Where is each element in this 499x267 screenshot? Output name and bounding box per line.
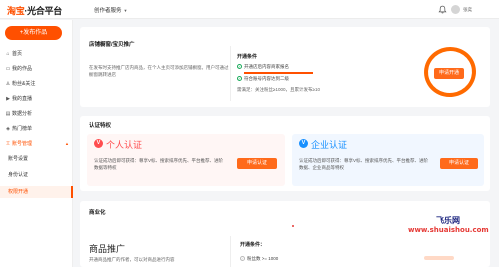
- bell-icon[interactable]: [438, 5, 447, 14]
- personal-cert-title: 个人认证: [106, 140, 143, 150]
- marker-dot: [292, 225, 294, 227]
- data-icon: ▤: [5, 111, 11, 117]
- works-icon: ▭: [5, 66, 11, 72]
- home-icon: ⌂: [6, 51, 10, 57]
- check-icon: ✓: [240, 256, 245, 262]
- chevron-up-icon: ▲: [65, 141, 69, 146]
- underline-annotation: [244, 72, 313, 74]
- enterprise-cert-title: 企业认证: [311, 140, 348, 150]
- user-name[interactable]: 张奕: [463, 7, 472, 13]
- check-icon: ✓: [237, 76, 242, 82]
- commerce-conditions-title: 开通条件：: [240, 242, 266, 248]
- product-promotion-title: 商品推广: [89, 244, 126, 254]
- condition-row: ✓ 符合账号内容达到二级: [237, 76, 289, 82]
- watermark-url: www.shuaishou.com: [408, 226, 489, 234]
- hot-icon: ◈: [6, 126, 10, 132]
- avatar[interactable]: [451, 5, 460, 14]
- watermark-name: 飞乐网: [436, 216, 460, 225]
- product-promotion-description: 开通商品推广的作者，可以对商品进行内容: [89, 257, 175, 262]
- enterprise-cert-box: V 企业认证 认证成功后即可获得：尊享V标、搜索排序优先、平台推荐、进阶数据、企…: [292, 134, 484, 186]
- commercialization-card: 商业化 商品推广 开通商品推广的作者，可以对商品进行内容 开通条件： ✓ 粉丝数 …: [80, 201, 490, 267]
- cert-card-title: 认证特权: [89, 123, 112, 129]
- commerce-card-title: 商业化: [89, 210, 106, 216]
- live-icon: ▶: [6, 96, 10, 102]
- sidebar-item-live[interactable]: ▶ 我的直播: [0, 93, 73, 105]
- sidebar-item-my-works[interactable]: ▭ 我的作品: [0, 63, 73, 75]
- conditions-title: 开通条件: [237, 54, 258, 60]
- sidebar-sub-permissions[interactable]: 权限开通: [0, 186, 73, 198]
- personal-cert-apply-button[interactable]: 申请认证: [237, 158, 277, 169]
- condition-row: ✓ 开通店后内容商家报名: [237, 64, 289, 70]
- taobao-logo[interactable]: 淘宝·光合平台: [7, 4, 62, 17]
- enterprise-cert-description: 认证成功后即可获得：尊享V标、搜索排序优先、平台推荐、进阶数据、企业商品等特权: [299, 158, 428, 170]
- account-icon: ♖: [5, 141, 11, 147]
- sidebar-item-home[interactable]: ⌂ 首页: [0, 48, 73, 60]
- fans-icon: ♙: [5, 81, 11, 87]
- watermark: 飞乐网 www.shuaishou.com: [408, 215, 489, 234]
- status-pill: [424, 256, 454, 260]
- enterprise-cert-apply-button[interactable]: 申请认证: [440, 158, 478, 169]
- divider: [230, 46, 231, 101]
- check-icon: ✓: [237, 64, 242, 70]
- condition-row: ✓ 粉丝数 >= 1000: [240, 256, 279, 262]
- store-card-title: 店铺橱窗/宝贝推广: [89, 42, 135, 48]
- v-badge-icon: V: [299, 139, 308, 148]
- v-badge-icon: V: [94, 139, 103, 148]
- chevron-down-icon: ▼: [123, 8, 128, 13]
- personal-cert-box: V 个人认证 认证成功后即可获得：尊享V标、搜索排序优先、平台推荐、进阶数据等特…: [87, 134, 285, 186]
- sidebar-item-data[interactable]: ▤ 数据分析: [0, 108, 73, 120]
- store-card-description: 在发布时支持推广店内商品，在个人主页可添加店铺橱窗。用户可通过橱窗跳转进店: [89, 65, 229, 77]
- sidebar-sub-identity[interactable]: 身份认证: [0, 169, 73, 181]
- publish-work-button[interactable]: +发布作品: [5, 26, 62, 40]
- divider: [230, 236, 231, 267]
- personal-cert-description: 认证成功后即可获得：尊享V标、搜索排序优先、平台推荐、进阶数据等特权: [94, 158, 223, 170]
- creator-service-menu[interactable]: 创作者服务 ▼: [94, 6, 127, 14]
- condition-note: 需满足：关注粉丝≥1000，且累计发布≥10: [237, 87, 320, 92]
- sidebar-item-hot[interactable]: ◈ 热门榜单: [0, 123, 73, 135]
- sidebar-sub-account-settings[interactable]: 账号设置: [0, 153, 73, 165]
- top-bar: 淘宝·光合平台 创作者服务 ▼ 张奕: [0, 0, 499, 19]
- sidebar: +发布作品 ⌂ 首页 ▭ 我的作品 ♙ 粉丝&关注 ▶ 我的直播 ▤ 数据分析 ◈ 热门榜单…: [0, 20, 73, 267]
- sidebar-item-account[interactable]: ♖ 账号管理 ▲: [0, 138, 73, 150]
- sidebar-item-fans[interactable]: ♙ 粉丝&关注: [0, 78, 73, 90]
